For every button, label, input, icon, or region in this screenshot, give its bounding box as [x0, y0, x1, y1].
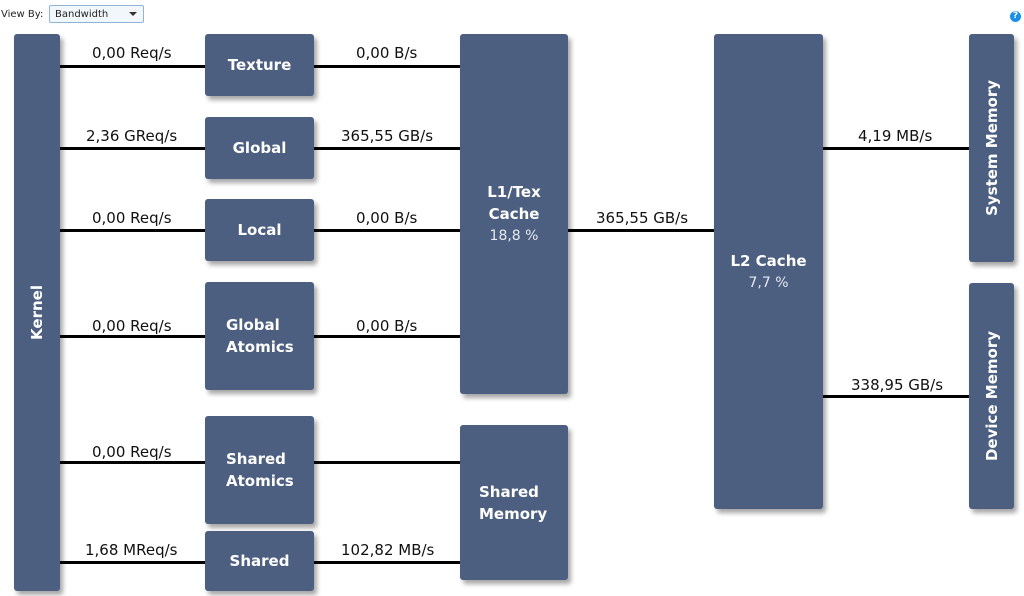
shared-node[interactable]: Shared — [205, 531, 314, 591]
view-by-dropdown[interactable]: Bandwidth — [49, 5, 144, 23]
global-node[interactable]: Global — [205, 117, 314, 179]
l1-tex-cache-node[interactable]: L1/Tex Cache 18,8 % — [460, 34, 568, 394]
link-kernel-texture — [60, 65, 205, 68]
l1-label-line2: Cache — [488, 205, 540, 223]
link-label-kernel-local: 0,00 Req/s — [92, 209, 172, 227]
link-label-shared-shmem: 102,82 MB/s — [341, 541, 435, 559]
global-atomics-label-line2: Atomics — [226, 338, 294, 356]
shared-atomics-node[interactable]: Shared Atomics — [205, 416, 314, 524]
local-label: Local — [237, 221, 282, 239]
link-label-kernel-shared: 1,68 MReq/s — [85, 541, 178, 559]
link-label-kernel-shared-atomics: 0,00 Req/s — [92, 443, 172, 461]
shared-memory-label-line2: Memory — [479, 504, 548, 523]
l2-hit-rate: 7,7 % — [748, 274, 789, 291]
link-label-global-atomics-l1: 0,00 B/s — [356, 317, 418, 335]
l1-hit-rate: 18,8 % — [489, 228, 539, 244]
help-icon[interactable]: ? — [1010, 11, 1021, 22]
link-label-kernel-global-atomics: 0,00 Req/s — [92, 317, 172, 335]
link-label-global-l1: 365,55 GB/s — [341, 127, 434, 145]
local-node[interactable]: Local — [205, 199, 314, 261]
l2-cache-node[interactable]: L2 Cache 7,7 % — [714, 34, 823, 509]
link-local-l1 — [314, 229, 460, 232]
kernel-label: Kernel — [28, 285, 46, 340]
global-atomics-node[interactable]: Global Atomics — [205, 282, 314, 390]
link-label-texture-l1: 0,00 B/s — [356, 44, 418, 62]
view-by-value: Bandwidth — [55, 9, 109, 20]
link-kernel-shared — [60, 561, 205, 564]
l1-label-line1: L1/Tex — [487, 183, 541, 201]
system-memory-label: System Memory — [982, 80, 1001, 216]
link-kernel-local — [60, 229, 205, 232]
link-kernel-global-atomics — [60, 335, 205, 338]
shared-label: Shared — [229, 552, 290, 570]
link-kernel-global — [60, 147, 205, 150]
link-label-l2-device-memory: 338,95 GB/s — [851, 376, 944, 394]
device-memory-label: Device Memory — [982, 330, 1001, 462]
link-texture-l1 — [314, 65, 460, 68]
link-shared-shmem — [314, 561, 460, 564]
link-label-local-l1: 0,00 B/s — [356, 209, 418, 227]
link-shared-atomics-shmem — [314, 461, 460, 464]
global-atomics-label-line1: Global — [226, 316, 280, 334]
link-global-atomics-l1 — [314, 335, 460, 338]
view-by-label: View By: — [1, 9, 44, 20]
link-label-kernel-global: 2,36 GReq/s — [86, 127, 178, 145]
texture-node[interactable]: Texture — [205, 34, 314, 96]
system-memory-node[interactable]: System Memory — [969, 34, 1014, 262]
texture-label: Texture — [227, 56, 292, 74]
shared-memory-label-line1: Shared — [479, 482, 539, 501]
shared-memory-node[interactable]: Shared Memory — [460, 425, 568, 580]
chevron-down-icon — [129, 12, 137, 16]
link-label-l2-system-memory: 4,19 MB/s — [858, 127, 933, 145]
link-kernel-shared-atomics — [60, 461, 205, 464]
link-l2-system-memory — [823, 147, 969, 150]
link-global-l1 — [314, 147, 460, 150]
shared-atomics-label-line2: Atomics — [226, 472, 294, 490]
global-label: Global — [232, 139, 287, 157]
kernel-node[interactable]: Kernel — [14, 34, 60, 591]
device-memory-node[interactable]: Device Memory — [969, 283, 1014, 509]
link-l1-l2 — [568, 229, 714, 232]
link-label-kernel-texture: 0,00 Req/s — [92, 44, 172, 62]
l2-label: L2 Cache — [730, 251, 807, 270]
link-l2-device-memory — [823, 395, 969, 398]
shared-atomics-label-line1: Shared — [226, 450, 286, 468]
link-label-l1-l2: 365,55 GB/s — [596, 209, 689, 227]
